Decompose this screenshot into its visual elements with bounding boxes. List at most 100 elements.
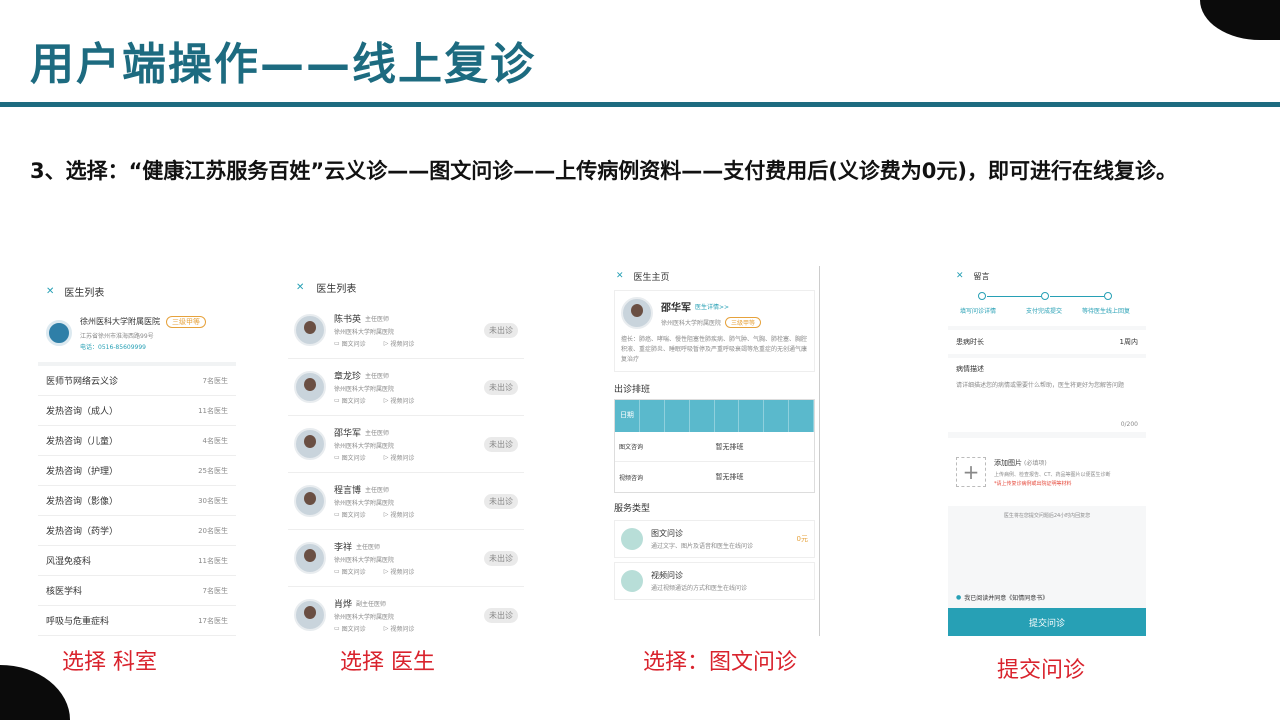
screenshot-submit-consult: ✕ 留言 填写问诊详情 支付完成提交 等待医生线上回复 患病时长 1周内 病情描…	[948, 266, 1146, 636]
doctor-name: 邵华军	[334, 429, 362, 439]
department-count: 30名医生	[198, 496, 228, 505]
department-name: 呼吸与危重症科	[46, 617, 110, 627]
doctor-item[interactable]: 邵华军 主任医师 徐州医科大学附属医院 ▭ 图文问诊 ▷ 视频问诊 未出诊	[288, 416, 524, 473]
text-consult-icon: ▭	[334, 511, 340, 518]
department-count: 25名医生	[198, 466, 228, 475]
department-count: 11名医生	[198, 556, 228, 565]
image-note: 上传病例、检查报告、CT、药品等图片以便医生诊断	[994, 471, 1111, 478]
schedule-video-row: 视频咨询 暂无排班	[615, 462, 814, 492]
text-consult-label: 图文问诊	[341, 512, 366, 519]
video-consult-icon: ▷	[383, 625, 389, 632]
department-name: 医师节网络云义诊	[46, 377, 119, 387]
service-text-price: 0元	[796, 535, 808, 543]
step-label-2: 支付完成提交	[1026, 308, 1063, 315]
doctor-item[interactable]: 章龙珍 主任医师 徐州医科大学附属医院 ▭ 图文问诊 ▷ 视频问诊 未出诊	[288, 359, 524, 416]
video-icon	[621, 570, 643, 592]
caption-select-doctor: 选择 医生	[340, 650, 435, 675]
header-title: 留言	[973, 271, 990, 281]
step-label-1: 填写问诊详情	[960, 308, 997, 315]
warning-note: *请上传复诊病例或出院证明等材料	[994, 480, 1072, 487]
close-icon[interactable]: ✕	[956, 271, 964, 281]
department-name: 发热咨询（影像）	[46, 497, 119, 507]
agreement-row[interactable]: ● 我已阅读并同意《知情同意书》	[956, 593, 1048, 602]
step-dot	[1041, 292, 1049, 300]
service-text-consult[interactable]: 图文问诊 通过文字、图片及语音和医生在线问诊 0元	[614, 520, 815, 558]
hospital-address: 江苏省徐州市淮海西路99号	[80, 332, 154, 340]
close-icon[interactable]: ✕	[616, 271, 624, 281]
doctor-item[interactable]: 陈书英 主任医师 徐州医科大学附属医院 ▭ 图文问诊 ▷ 视频问诊 未出诊	[288, 302, 524, 359]
department-item[interactable]: 发热咨询（药学） 20名医生	[38, 516, 236, 546]
hospital-level-badge: 三级甲等	[725, 316, 762, 328]
doctor-name: 程言博	[334, 486, 362, 496]
video-consult-icon: ▷	[383, 340, 389, 347]
close-icon[interactable]: ✕	[296, 282, 304, 293]
step-label-3: 等待医生线上回复	[1082, 308, 1131, 315]
department-item[interactable]: 核医学科 7名医生	[38, 576, 236, 606]
schedule-day[interactable]	[764, 400, 790, 432]
schedule-day[interactable]	[715, 400, 740, 432]
doctor-avatar	[294, 485, 326, 517]
service-text-name: 图文问诊	[651, 529, 683, 538]
video-consult-label: 视频问诊	[390, 398, 415, 405]
doctor-item[interactable]: 李祥 主任医师 徐州医科大学附属医院 ▭ 图文问诊 ▷ 视频问诊 未出诊	[288, 530, 524, 587]
department-item[interactable]: 发热咨询（成人） 11名医生	[38, 396, 236, 426]
department-item[interactable]: 风湿免疫科 11名医生	[38, 546, 236, 576]
symptom-field[interactable]: 病情描述 请详细描述您的病情或需要什么帮助，医生将更好为您解答问题 0/200	[948, 358, 1146, 432]
department-count: 4名医生	[202, 436, 228, 445]
department-item[interactable]: 呼吸与危重症科 17名医生	[38, 606, 236, 636]
status-badge: 未出诊	[484, 322, 518, 338]
reply-note: 医生将在您提交问题后24小时内回复您	[1003, 513, 1091, 519]
screenshot-doctor-home: ✕ 医生主页 邵华军 医生详情>> 徐州医科大学附属医院 三级甲等 擅长：肺癌、…	[610, 266, 820, 636]
no-schedule-text: 暂无排班	[715, 442, 744, 451]
service-type-title: 服务类型	[614, 504, 651, 514]
department-item[interactable]: 医师节网络云义诊 7名医生	[38, 366, 236, 396]
doctor-avatar	[294, 428, 326, 460]
agreement-text: 我已阅读并同意《知情同意书》	[964, 595, 1049, 602]
panel-header: ✕ 留言	[948, 266, 1146, 286]
video-consult-icon: ▷	[383, 568, 389, 575]
doctor-name: 李祥	[334, 543, 353, 553]
text-consult-label: 图文问诊	[341, 398, 366, 405]
duration-value: 1周内	[1119, 338, 1138, 346]
department-item[interactable]: 发热咨询（影像） 30名医生	[38, 486, 236, 516]
duration-field[interactable]: 患病时长 1周内	[948, 330, 1146, 354]
schedule-day[interactable]	[665, 400, 690, 432]
checkbox-checked-icon[interactable]: ●	[956, 594, 961, 601]
service-video-consult[interactable]: 视频问诊 通过视频通话的方式和医生在线问诊	[614, 562, 815, 600]
schedule-day[interactable]	[789, 400, 814, 432]
doctor-detail-link[interactable]: 医生详情>>	[695, 302, 729, 311]
doctor-item[interactable]: 肖烨 副主任医师 徐州医科大学附属医院 ▭ 图文问诊 ▷ 视频问诊 未出诊	[288, 587, 524, 636]
submit-consult-button[interactable]: 提交问诊	[948, 608, 1146, 636]
department-count: 7名医生	[202, 376, 228, 385]
schedule-table: 日期 图文咨询 暂无排班 视频咨询 暂无排班	[614, 399, 815, 493]
text-consult-icon: ▭	[334, 454, 340, 461]
add-image-hint: (必填项)	[1024, 460, 1047, 467]
screenshot-department-list: ✕ 医生列表 徐州医科大学附属医院 三级甲等 江苏省徐州市淮海西路99号 电话：…	[38, 278, 236, 636]
hospital-logo-icon	[46, 320, 72, 346]
schedule-day[interactable]	[739, 400, 765, 432]
doctor-title: 主任医师	[365, 487, 390, 494]
schedule-date-label: 日期	[615, 400, 640, 432]
header-title: 医生列表	[64, 287, 105, 299]
department-item[interactable]: 发热咨询（护理） 25名医生	[38, 456, 236, 486]
department-count: 7名医生	[202, 586, 228, 595]
doctor-title: 主任医师	[365, 430, 390, 437]
close-icon[interactable]: ✕	[46, 286, 54, 297]
step-dot	[1104, 292, 1112, 300]
step-line	[987, 296, 1041, 297]
screenshot-doctor-list: ✕ 医生列表 陈书英 主任医师 徐州医科大学附属医院 ▭ 图文问诊 ▷ 视频问诊 未出诊 章龙珍…	[288, 272, 524, 636]
panel-header: ✕ 医生列表	[288, 272, 524, 302]
department-item[interactable]: 发热咨询（儿童） 4名医生	[38, 426, 236, 456]
schedule-day[interactable]	[690, 400, 715, 432]
hospital-phone[interactable]: 电话：0516-85609999	[80, 342, 206, 351]
image-upload[interactable]: + 添加图片 (必填项) 上传病例、检查报告、CT、药品等图片以便医生诊断 *请…	[948, 438, 1146, 506]
caption-select-department: 选择 科室	[62, 650, 157, 675]
schedule-date-row: 日期	[615, 400, 814, 432]
doctor-avatar	[294, 599, 326, 631]
status-badge: 未出诊	[484, 493, 518, 509]
add-image-icon[interactable]: +	[956, 457, 986, 487]
doctor-item[interactable]: 程言博 主任医师 徐州医科大学附属医院 ▭ 图文问诊 ▷ 视频问诊 未出诊	[288, 473, 524, 530]
schedule-day[interactable]	[640, 400, 665, 432]
hospital-card[interactable]: 徐州医科大学附属医院 三级甲等 江苏省徐州市淮海西路99号 电话：0516-85…	[38, 304, 236, 366]
doctor-hospital: 徐州医科大学附属医院	[661, 319, 722, 327]
